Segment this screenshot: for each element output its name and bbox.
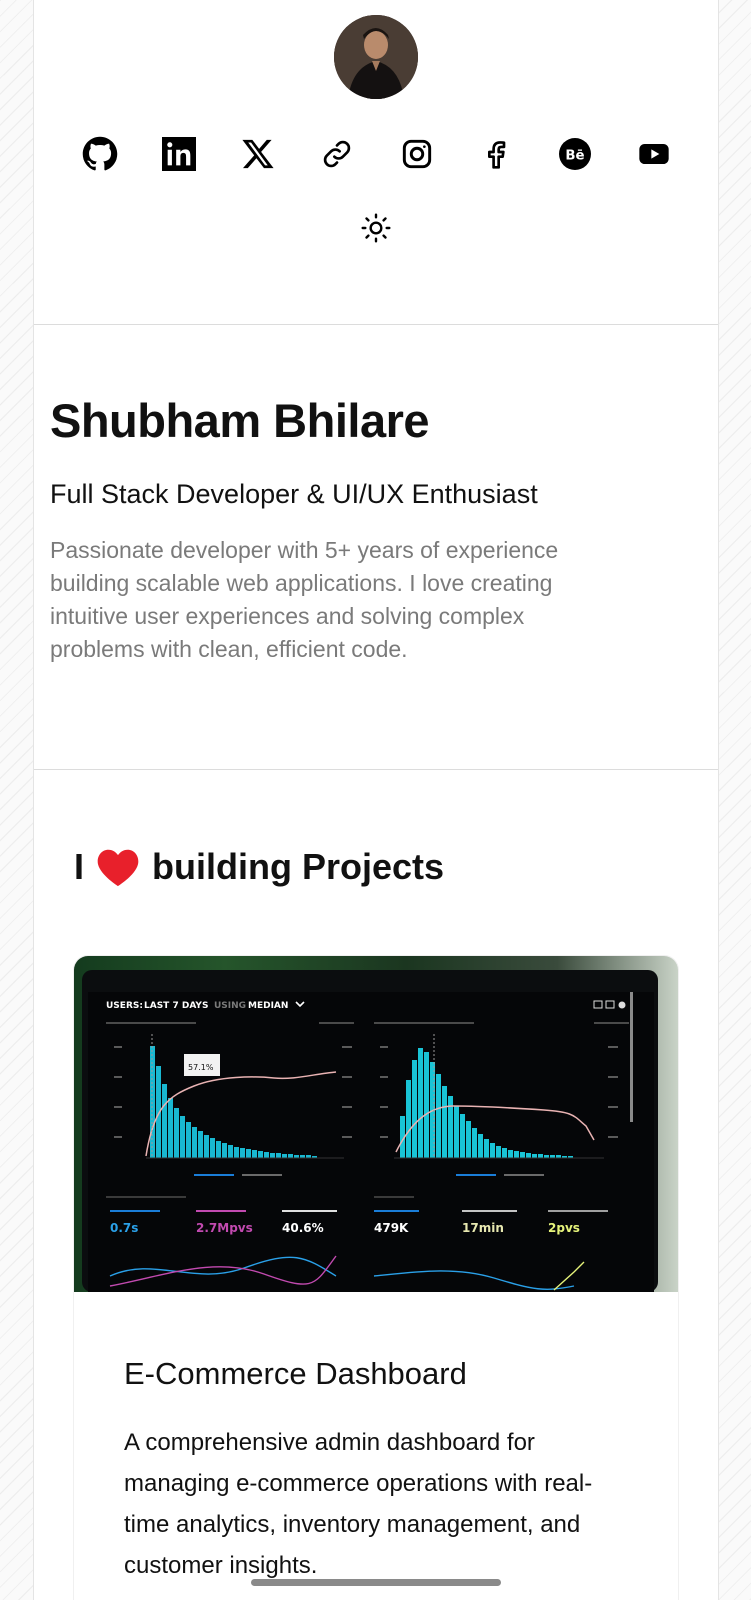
home-indicator[interactable] xyxy=(251,1579,501,1586)
projects-heading-prefix: I xyxy=(74,846,85,887)
dashboard-header-range: LAST 7 DAYS xyxy=(144,1001,208,1011)
instagram-icon[interactable] xyxy=(394,131,440,177)
dashboard-header-prefix: USERS: xyxy=(106,1001,143,1011)
metric-load-time: 0.7s xyxy=(110,1221,138,1235)
x-icon[interactable] xyxy=(235,131,281,177)
dashboard-header-median: MEDIAN xyxy=(248,1001,288,1011)
dashboard-header-using: USING xyxy=(214,1001,246,1011)
github-icon[interactable] xyxy=(77,131,123,177)
project-card[interactable]: USERS: LAST 7 DAYS USING MEDIAN 57.1% 0.… xyxy=(74,956,678,1600)
profile-header: Bē xyxy=(34,0,718,325)
project-image: USERS: LAST 7 DAYS USING MEDIAN 57.1% 0.… xyxy=(74,956,678,1292)
projects-heading-suffix: building Projects xyxy=(152,846,445,887)
profile-role: Full Stack Developer & UI/UX Enthusiast xyxy=(50,478,538,509)
main-column: Bē Shubham Bhilare Full Stack Developer … xyxy=(33,0,719,1600)
social-links: Bē xyxy=(77,131,677,177)
intro-section: Shubham Bhilare Full Stack Developer & U… xyxy=(34,325,718,770)
profile-name: Shubham Bhilare xyxy=(50,394,430,447)
metric-session-length: 17min xyxy=(462,1221,504,1235)
project-body: E-Commerce Dashboard A comprehensive adm… xyxy=(74,1292,678,1600)
avatar xyxy=(334,15,418,99)
project-description: A comprehensive admin dashboard for mana… xyxy=(124,1429,593,1579)
svg-text:Bē: Bē xyxy=(565,148,584,163)
projects-heading: I building Projects xyxy=(74,846,678,888)
sun-icon xyxy=(361,213,391,243)
profile-bio: Passionate developer with 5+ years of ex… xyxy=(50,536,559,662)
metric-bounce-rate: 40.6% xyxy=(282,1221,324,1235)
link-icon[interactable] xyxy=(314,131,360,177)
facebook-icon[interactable] xyxy=(473,131,519,177)
behance-icon[interactable]: Bē xyxy=(552,131,598,177)
theme-toggle-button[interactable] xyxy=(358,210,394,246)
project-title: E-Commerce Dashboard xyxy=(124,1356,467,1391)
linkedin-icon[interactable] xyxy=(156,131,202,177)
projects-section: I building Projects USERS: LAST 7 DAYS U… xyxy=(34,770,718,1600)
heart-icon xyxy=(96,847,140,887)
youtube-icon[interactable] xyxy=(631,131,677,177)
chart-tooltip-value: 57.1% xyxy=(188,1063,214,1072)
metric-page-views: 2.7Mpvs xyxy=(196,1221,253,1235)
metric-sessions: 479K xyxy=(374,1221,409,1235)
metric-pvs-per-session: 2pvs xyxy=(548,1221,580,1235)
